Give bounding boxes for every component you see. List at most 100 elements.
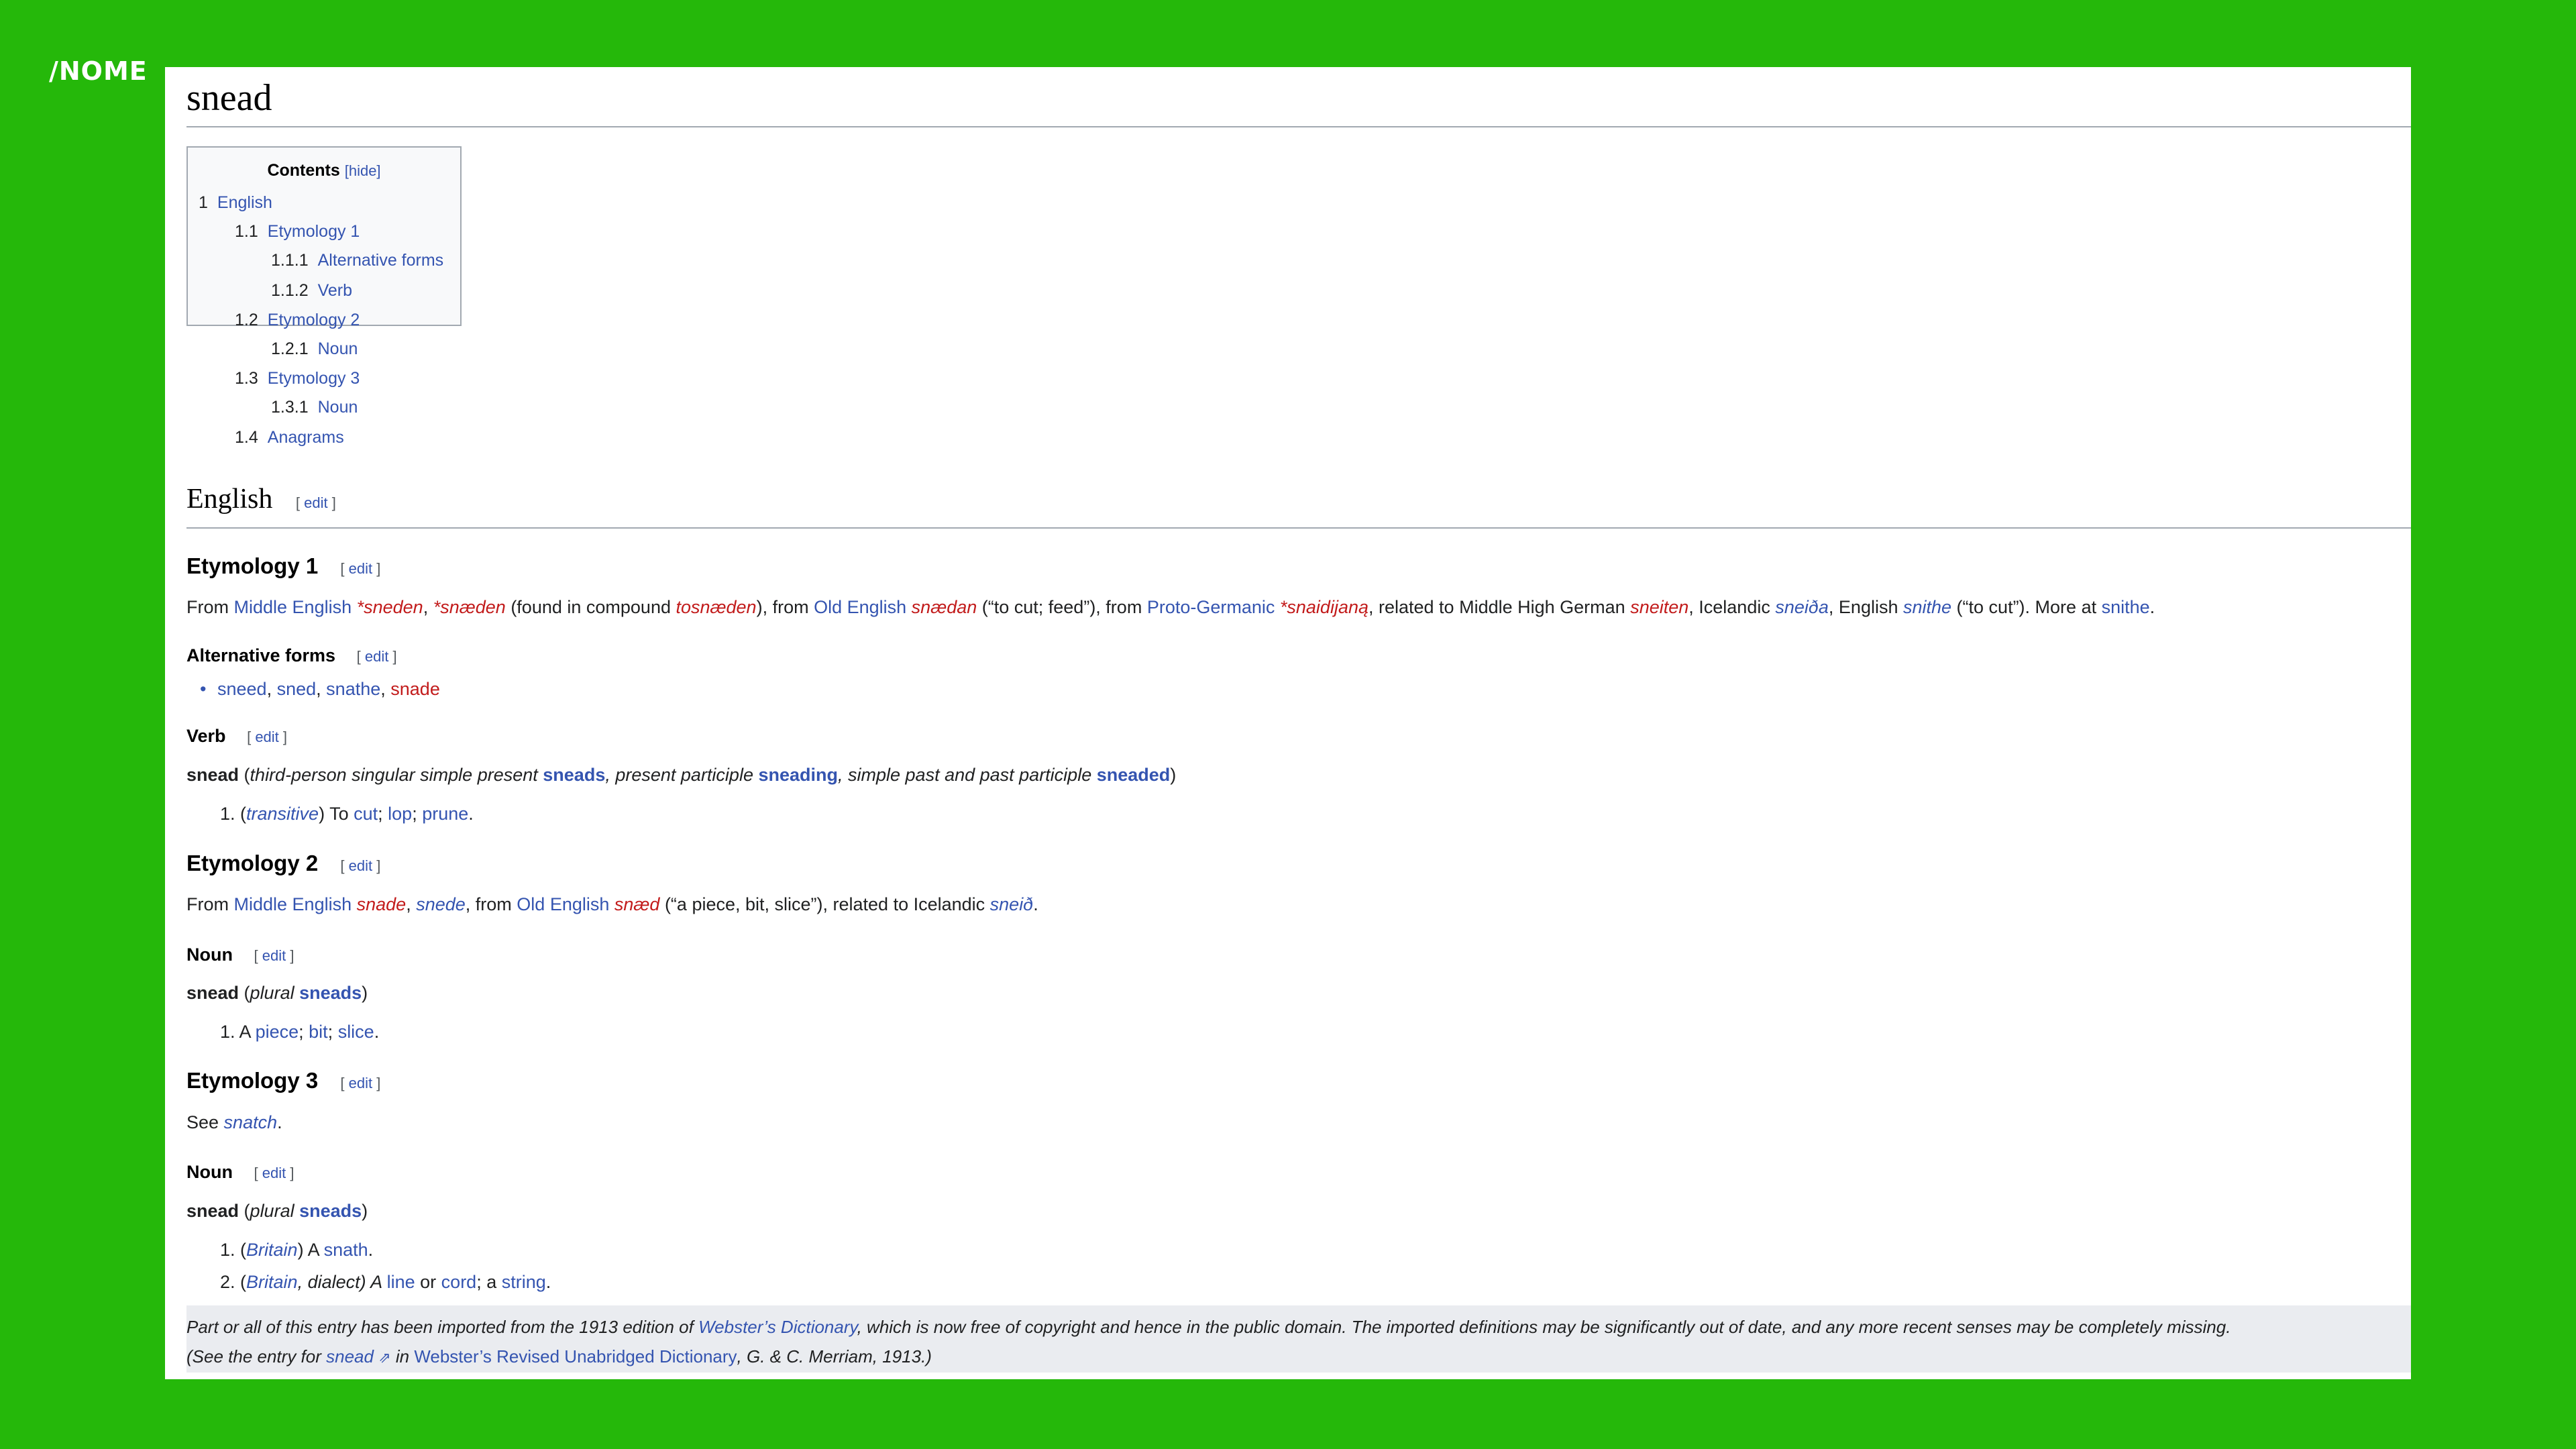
- edit-link[interactable]: edit: [262, 1165, 286, 1181]
- link-snithe-more[interactable]: snithe: [2102, 597, 2150, 617]
- link-snithe[interactable]: snithe: [1903, 597, 1951, 617]
- edit-verb: [ edit ]: [247, 729, 288, 745]
- toc-item-etymology-1[interactable]: 1.1 Etymology 1: [235, 222, 360, 241]
- toc-item-verb[interactable]: 1.1.2 Verb: [271, 281, 352, 301]
- link-tosnaeden[interactable]: tosnæden: [676, 597, 756, 617]
- edit-link[interactable]: edit: [255, 729, 278, 745]
- toc-hide-link[interactable]: [hide]: [345, 162, 381, 179]
- webster-notice-line-2: (See the entry for snead ⇗ in Webster’s …: [186, 1346, 932, 1366]
- link-cord[interactable]: cord: [441, 1272, 477, 1292]
- edit-link[interactable]: edit: [349, 1075, 372, 1091]
- link-old-english[interactable]: Old English: [814, 597, 906, 617]
- etymology-1-text: From Middle English *sneden, *snæden (fo…: [186, 597, 2155, 617]
- link-sneads[interactable]: sneads: [543, 765, 605, 785]
- link-snaeden[interactable]: *snæden: [433, 597, 506, 617]
- link-sneads[interactable]: sneads: [299, 1201, 362, 1221]
- link-snatch[interactable]: snatch: [224, 1112, 278, 1132]
- toc-item-etymology-2[interactable]: 1.2 Etymology 2: [235, 311, 360, 330]
- table-of-contents: Contents [hide] 1 English 1.1 Etymology 1 …: [186, 146, 462, 447]
- toc-item-anagrams[interactable]: 1.4 Anagrams: [235, 428, 344, 447]
- edit-link[interactable]: edit: [349, 560, 372, 577]
- toc-header: Contents [hide]: [188, 161, 460, 180]
- link-sned[interactable]: sned: [277, 679, 317, 699]
- edit-noun-2: [ edit ]: [254, 1165, 294, 1181]
- edit-noun-1: [ edit ]: [254, 947, 294, 964]
- section-heading-english: English [ edit ]: [186, 483, 2411, 529]
- link-snaedan[interactable]: snædan: [912, 597, 977, 617]
- etymology-3-text: See snatch.: [186, 1112, 282, 1132]
- toc-item-etymology-3[interactable]: 1.3 Etymology 3: [235, 369, 360, 388]
- link-sneed[interactable]: sneed: [217, 679, 267, 699]
- edit-etymology-3: [ edit ]: [340, 1075, 381, 1091]
- link-websters-dictionary[interactable]: Webster’s Dictionary: [698, 1317, 857, 1337]
- link-middle-english[interactable]: Middle English: [234, 597, 352, 617]
- link-sneading[interactable]: sneading: [758, 765, 838, 785]
- link-snaidijana[interactable]: *snaidijaną: [1280, 597, 1368, 617]
- noun-2-definition-2: 2. (Britain, dialect) A line or cord; a …: [220, 1272, 551, 1292]
- link-middle-english[interactable]: Middle English: [234, 894, 352, 914]
- link-transitive[interactable]: transitive: [246, 804, 319, 824]
- link-string[interactable]: string: [502, 1272, 546, 1292]
- toc-title: Contents: [267, 161, 340, 180]
- webster-notice-line-1: Part or all of this entry has been impor…: [186, 1317, 2231, 1337]
- link-line[interactable]: line: [387, 1272, 415, 1292]
- link-piece[interactable]: piece: [256, 1022, 299, 1042]
- alternative-forms-list: sneed, sned, snathe, snade: [217, 679, 440, 699]
- verb-definition-1: 1. (transitive) To cut; lop; prune.: [220, 804, 474, 824]
- section-heading-noun-2: Noun [ edit ]: [186, 1162, 294, 1182]
- link-lop[interactable]: lop: [388, 804, 412, 824]
- link-old-english[interactable]: Old English: [517, 894, 609, 914]
- etymology-2-text: From Middle English snade, snede, from O…: [186, 894, 1038, 914]
- edit-link[interactable]: edit: [262, 947, 286, 964]
- section-heading-etymology-3: Etymology 3 [ edit ]: [186, 1068, 381, 1093]
- link-sneaded[interactable]: sneaded: [1097, 765, 1171, 785]
- section-heading-alternative-forms: Alternative forms [ edit ]: [186, 645, 397, 665]
- section-heading-noun-1: Noun [ edit ]: [186, 945, 294, 965]
- link-snath[interactable]: snath: [324, 1240, 368, 1260]
- link-prune[interactable]: prune: [422, 804, 468, 824]
- verb-headword-line: snead (third-person singular simple pres…: [186, 765, 1177, 785]
- toc-item-english[interactable]: 1 English: [199, 193, 272, 213]
- bullet-icon: •: [200, 679, 207, 699]
- link-sneiten[interactable]: sneiten: [1630, 597, 1688, 617]
- section-heading-etymology-2: Etymology 2 [ edit ]: [186, 851, 381, 875]
- link-snade[interactable]: snade: [357, 894, 407, 914]
- noun-1-definition-1: 1. A piece; bit; slice.: [220, 1022, 380, 1042]
- edit-english: [ edit ]: [295, 494, 336, 511]
- toc-item-noun-2[interactable]: 1.3.1 Noun: [271, 398, 358, 417]
- section-heading-verb: Verb [ edit ]: [186, 726, 288, 746]
- page-content: snead Contents [hide] 1 English 1.1 Etymol…: [165, 67, 2411, 1379]
- edit-link[interactable]: edit: [349, 857, 372, 874]
- edit-link[interactable]: edit: [365, 648, 388, 665]
- webster-notice: Part or all of this entry has been impor…: [186, 1305, 2411, 1373]
- link-snaed[interactable]: snæd: [614, 894, 660, 914]
- link-snead-external[interactable]: snead: [326, 1346, 374, 1366]
- link-sneden[interactable]: *sneden: [357, 597, 423, 617]
- link-sneads[interactable]: sneads: [299, 983, 362, 1003]
- link-snede[interactable]: snede: [416, 894, 466, 914]
- link-cut[interactable]: cut: [354, 804, 378, 824]
- edit-etymology-2: [ edit ]: [340, 857, 381, 874]
- noun-2-headword-line: snead (plural sneads): [186, 1201, 368, 1221]
- article: snead Contents [hide] 1 English 1.1 Etymol…: [186, 67, 2411, 1373]
- section-heading-etymology-1: Etymology 1 [ edit ]: [186, 553, 381, 578]
- link-britain[interactable]: Britain: [246, 1240, 298, 1260]
- page-title: snead: [186, 67, 2411, 127]
- edit-link[interactable]: edit: [304, 494, 327, 511]
- link-sneid[interactable]: sneið: [990, 894, 1034, 914]
- noun-2-definition-1: 1. (Britain) A snath.: [220, 1240, 374, 1260]
- site-logo[interactable]: /NOME: [49, 56, 148, 86]
- noun-1-headword-line: snead (plural sneads): [186, 983, 368, 1003]
- link-snade[interactable]: snade: [390, 679, 440, 699]
- toc-item-noun-1[interactable]: 1.2.1 Noun: [271, 339, 358, 359]
- edit-alternative-forms: [ edit ]: [356, 648, 397, 665]
- link-proto-germanic[interactable]: Proto-Germanic: [1147, 597, 1275, 617]
- link-britain[interactable]: Britain: [246, 1272, 298, 1292]
- toc-item-alternative-forms[interactable]: 1.1.1 Alternative forms: [271, 251, 443, 270]
- link-bit[interactable]: bit: [309, 1022, 328, 1042]
- link-snathe[interactable]: snathe: [326, 679, 380, 699]
- link-websters-revised[interactable]: Webster’s Revised Unabridged Dictionary: [414, 1346, 737, 1366]
- external-link-icon: ⇗: [378, 1349, 391, 1366]
- link-sneida[interactable]: sneiða: [1775, 597, 1829, 617]
- link-slice[interactable]: slice: [338, 1022, 374, 1042]
